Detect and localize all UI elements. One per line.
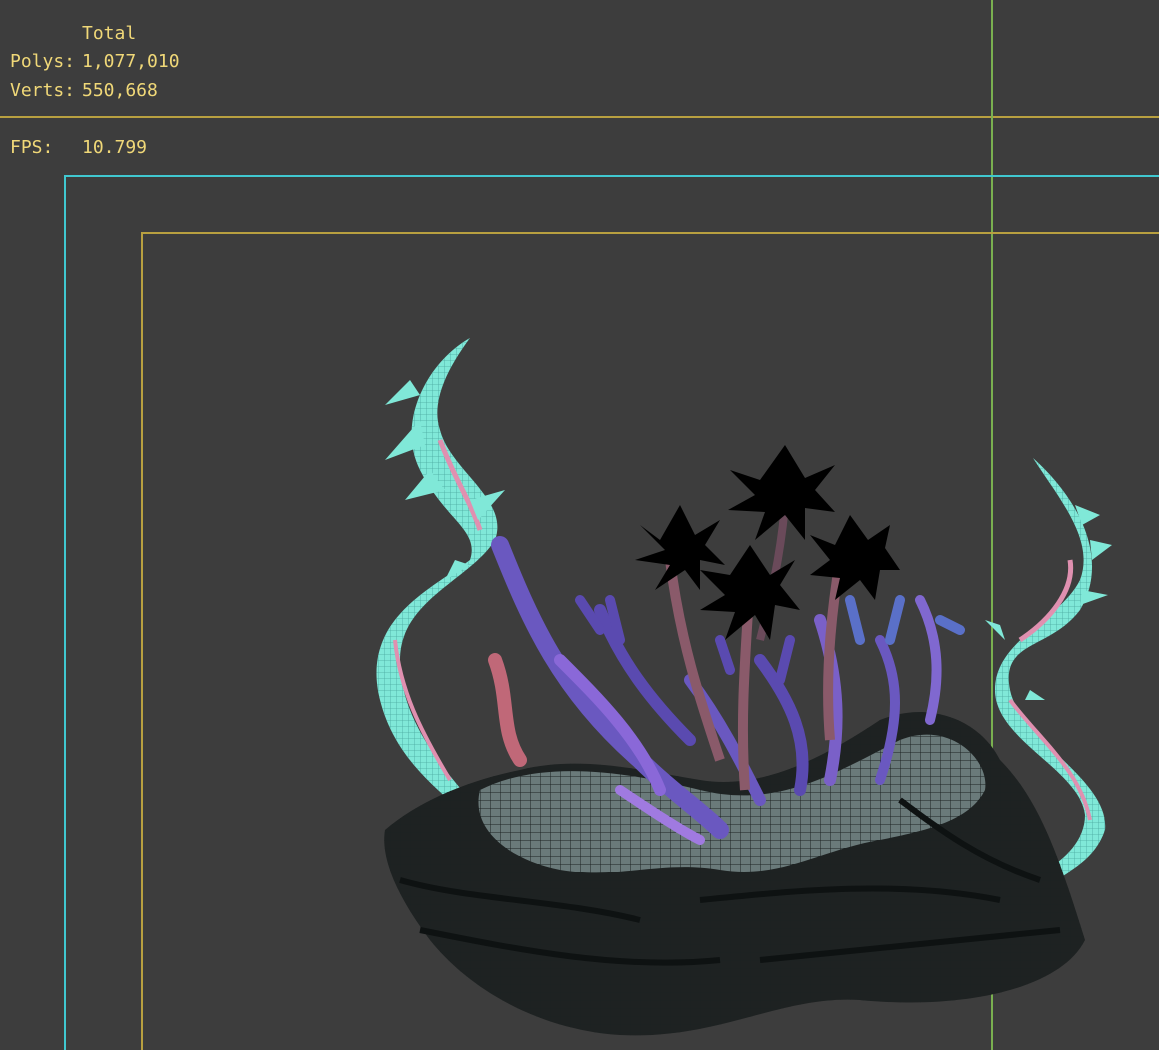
3d-viewport[interactable]: Total Polys: 1,077,010 Verts: 550,668 FP… (0, 0, 1159, 1050)
coral-reef-model[interactable] (0, 0, 1159, 1050)
left-seaweed (376, 338, 505, 815)
